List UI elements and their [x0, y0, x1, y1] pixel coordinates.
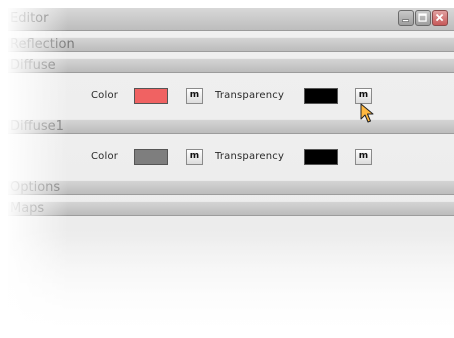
diffuse-transparency-label: Transparency: [215, 90, 285, 101]
maximize-button[interactable]: [415, 10, 431, 26]
diffuse1-transparency-map-button[interactable]: m: [355, 149, 372, 165]
section-reflection[interactable]: Reflection: [8, 37, 454, 52]
section-diffuse-label: Diffuse: [10, 58, 56, 73]
diffuse1-row: Color m Transparency m: [8, 147, 454, 169]
diffuse-color-label: Color: [91, 90, 119, 101]
diffuse1-color-map-button[interactable]: m: [186, 149, 203, 165]
diffuse-color-map-button[interactable]: m: [186, 88, 203, 104]
minimize-icon: [402, 19, 409, 22]
window-controls: [398, 10, 448, 26]
section-options[interactable]: Options: [8, 180, 454, 195]
section-diffuse[interactable]: Diffuse: [8, 58, 454, 73]
editor-window: Editor Reflection Diffuse Color m Transp…: [8, 8, 454, 338]
maximize-icon: [418, 13, 427, 22]
section-diffuse1[interactable]: Diffuse1: [8, 119, 454, 134]
close-button[interactable]: [432, 10, 448, 26]
bottom-fade-overlay: [8, 228, 454, 338]
close-icon: [435, 13, 444, 22]
minimize-button[interactable]: [398, 10, 414, 26]
section-diffuse1-label: Diffuse1: [10, 119, 64, 134]
section-maps-label: Maps: [10, 201, 45, 216]
diffuse1-color-label: Color: [91, 151, 119, 162]
mouse-pointer-icon: [360, 103, 374, 123]
section-options-label: Options: [10, 180, 61, 195]
section-maps[interactable]: Maps: [8, 201, 454, 216]
diffuse1-transparency-swatch[interactable]: [304, 149, 338, 165]
diffuse-color-swatch[interactable]: [134, 88, 168, 104]
title-bar[interactable]: Editor: [8, 8, 454, 31]
section-reflection-label: Reflection: [10, 37, 75, 52]
diffuse-transparency-swatch[interactable]: [304, 88, 338, 104]
diffuse1-transparency-label: Transparency: [215, 151, 285, 162]
diffuse-transparency-map-button[interactable]: m: [355, 88, 372, 104]
diffuse-row: Color m Transparency m: [8, 86, 454, 108]
diffuse1-color-swatch[interactable]: [134, 149, 168, 165]
window-title: Editor: [10, 11, 49, 26]
